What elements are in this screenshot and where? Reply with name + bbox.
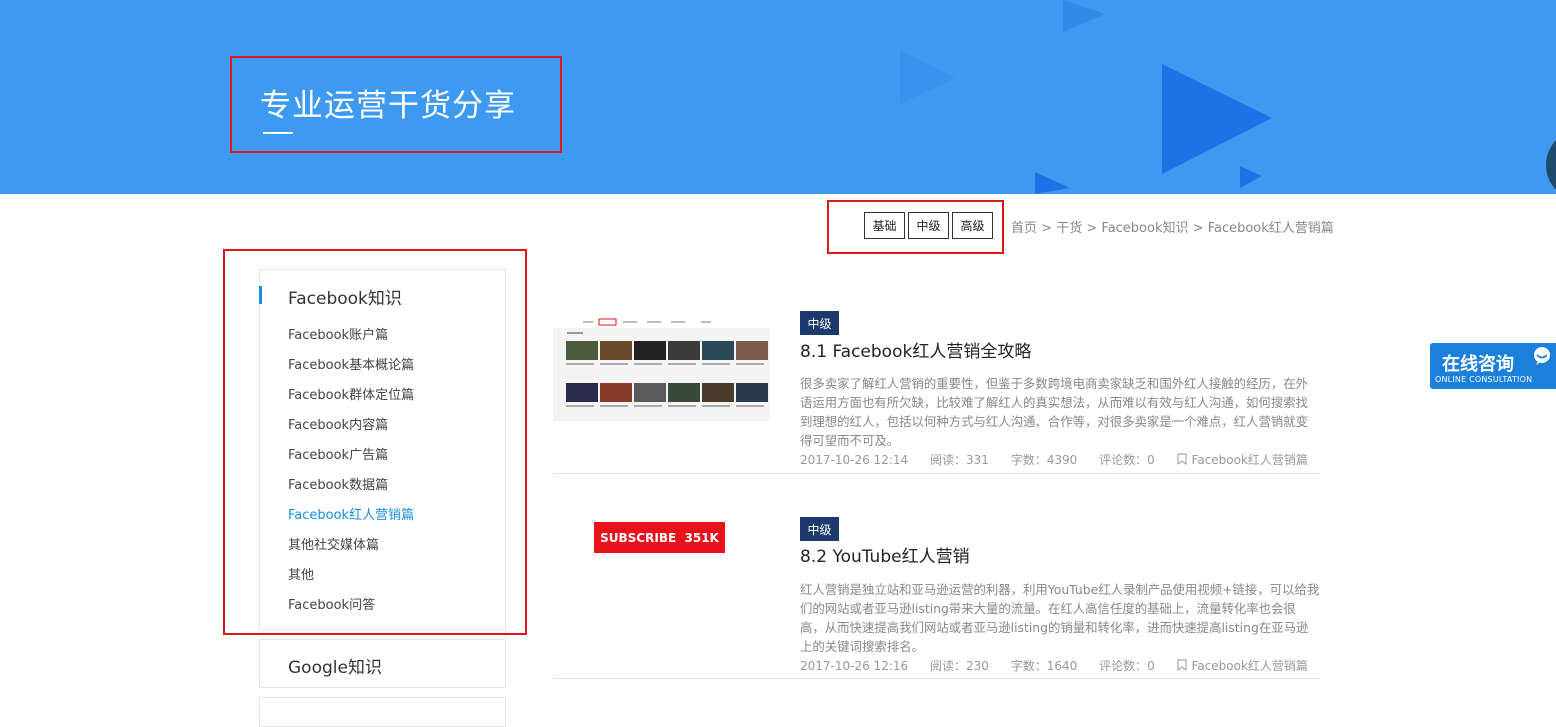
level-high-button[interactable]: 高级 [952, 212, 993, 239]
sidebar-item-influencer[interactable]: Facebook红人营销篇 [288, 504, 414, 523]
article-meta: 2017-10-26 12:14 阅读：331 字数：4390 评论数：0 Fa… [800, 451, 1326, 468]
sidebar-google-card: Google知识 [259, 639, 506, 688]
article-title[interactable]: 8.1 Facebook红人营销全攻略 [800, 337, 1031, 362]
bookmark-icon [1177, 659, 1187, 671]
page-banner: 专业运营干货分享 [0, 0, 1556, 194]
article-thumbnail[interactable]: SUBSCRIBE 351K [553, 516, 770, 621]
sidebar-next-card [259, 697, 506, 727]
breadcrumb-separator: > [1086, 221, 1098, 236]
breadcrumb: 首页 > 干货 > Facebook知识 > Facebook红人营销篇 [1011, 217, 1334, 236]
article-words: 字数：1640 [1010, 659, 1078, 673]
subscribe-badge: SUBSCRIBE 351K [594, 522, 725, 553]
article-category-label: Facebook红人营销篇 [1191, 453, 1308, 467]
article-category[interactable]: Facebook红人营销篇 [1177, 453, 1308, 467]
youtube-channel-thumbnail-icon [553, 316, 770, 421]
article-item: SUBSCRIBE 351K 中级 8.2 YouTube红人营销 红人营销是独… [553, 516, 1320, 679]
sidebar-item-account[interactable]: Facebook账户篇 [288, 324, 388, 343]
sidebar-item-other[interactable]: 其他 [288, 564, 314, 583]
banner-title: 专业运营干货分享 [260, 88, 516, 124]
breadcrumb-facebook[interactable]: Facebook知识 [1101, 221, 1188, 236]
level-basic-button[interactable]: 基础 [864, 212, 905, 239]
article-comments: 评论数：0 [1099, 453, 1155, 467]
breadcrumb-separator: > [1041, 221, 1053, 236]
article-reads: 阅读：230 [929, 659, 989, 673]
bookmark-icon [1177, 453, 1187, 465]
online-consultation-button[interactable]: 在线咨询 ONLINE CONSULTATION [1430, 343, 1556, 389]
sidebar-heading-google[interactable]: Google知识 [288, 653, 382, 678]
article-meta: 2017-10-26 12:16 阅读：230 字数：1640 评论数：0 Fa… [800, 657, 1326, 674]
article-words: 字数：4390 [1010, 453, 1078, 467]
sidebar-item-qa[interactable]: Facebook问答 [288, 594, 375, 613]
article-summary: 红人营销是独立站和亚马逊运营的利器，利用YouTube红人录制产品使用视频+链接… [800, 582, 1320, 654]
article-summary: 很多卖家了解红人营销的重要性，但鉴于多数跨境电商卖家缺乏和国外红人接触的经历，在… [800, 376, 1309, 448]
article-date: 2017-10-26 12:14 [800, 453, 909, 467]
article-thumbnail[interactable] [553, 316, 770, 421]
breadcrumb-separator: > [1192, 221, 1204, 236]
sidebar-item-other-social[interactable]: 其他社交媒体篇 [288, 534, 379, 553]
sidebar-facebook-card: Facebook知识 Facebook账户篇 Facebook基本概论篇 Fac… [259, 269, 506, 630]
breadcrumb-current[interactable]: Facebook红人营销篇 [1208, 221, 1334, 236]
banner-title-box: 专业运营干货分享 [230, 56, 562, 153]
level-tag: 中级 [800, 517, 839, 541]
sidebar-active-bar [259, 286, 262, 304]
consult-subtitle: ONLINE CONSULTATION [1435, 375, 1533, 384]
sidebar-item-ads[interactable]: Facebook广告篇 [288, 444, 388, 463]
article-category-label: Facebook红人营销篇 [1191, 659, 1308, 673]
level-tag: 中级 [800, 311, 839, 335]
sidebar-item-targeting[interactable]: Facebook群体定位篇 [288, 384, 414, 403]
breadcrumb-home[interactable]: 首页 [1011, 221, 1037, 236]
chat-bubble-icon [1534, 347, 1550, 365]
consult-title: 在线咨询 [1442, 354, 1514, 375]
article-comments: 评论数：0 [1099, 659, 1155, 673]
article-date: 2017-10-26 12:16 [800, 659, 909, 673]
banner-title-underline [263, 132, 293, 134]
sidebar-item-data[interactable]: Facebook数据篇 [288, 474, 388, 493]
article-reads: 阅读：331 [929, 453, 989, 467]
sidebar-item-basics[interactable]: Facebook基本概论篇 [288, 354, 414, 373]
article-item: 中级 8.1 Facebook红人营销全攻略 很多卖家了解红人营销的重要性，但鉴… [553, 310, 1320, 474]
sidebar-heading-facebook[interactable]: Facebook知识 [288, 284, 402, 309]
level-filter: 基础 中级 高级 [827, 200, 1004, 254]
level-mid-button[interactable]: 中级 [908, 212, 949, 239]
sidebar-item-content[interactable]: Facebook内容篇 [288, 414, 388, 433]
article-category[interactable]: Facebook红人营销篇 [1177, 659, 1308, 673]
breadcrumb-dry-goods[interactable]: 干货 [1056, 221, 1082, 236]
article-title[interactable]: 8.2 YouTube红人营销 [800, 542, 970, 567]
